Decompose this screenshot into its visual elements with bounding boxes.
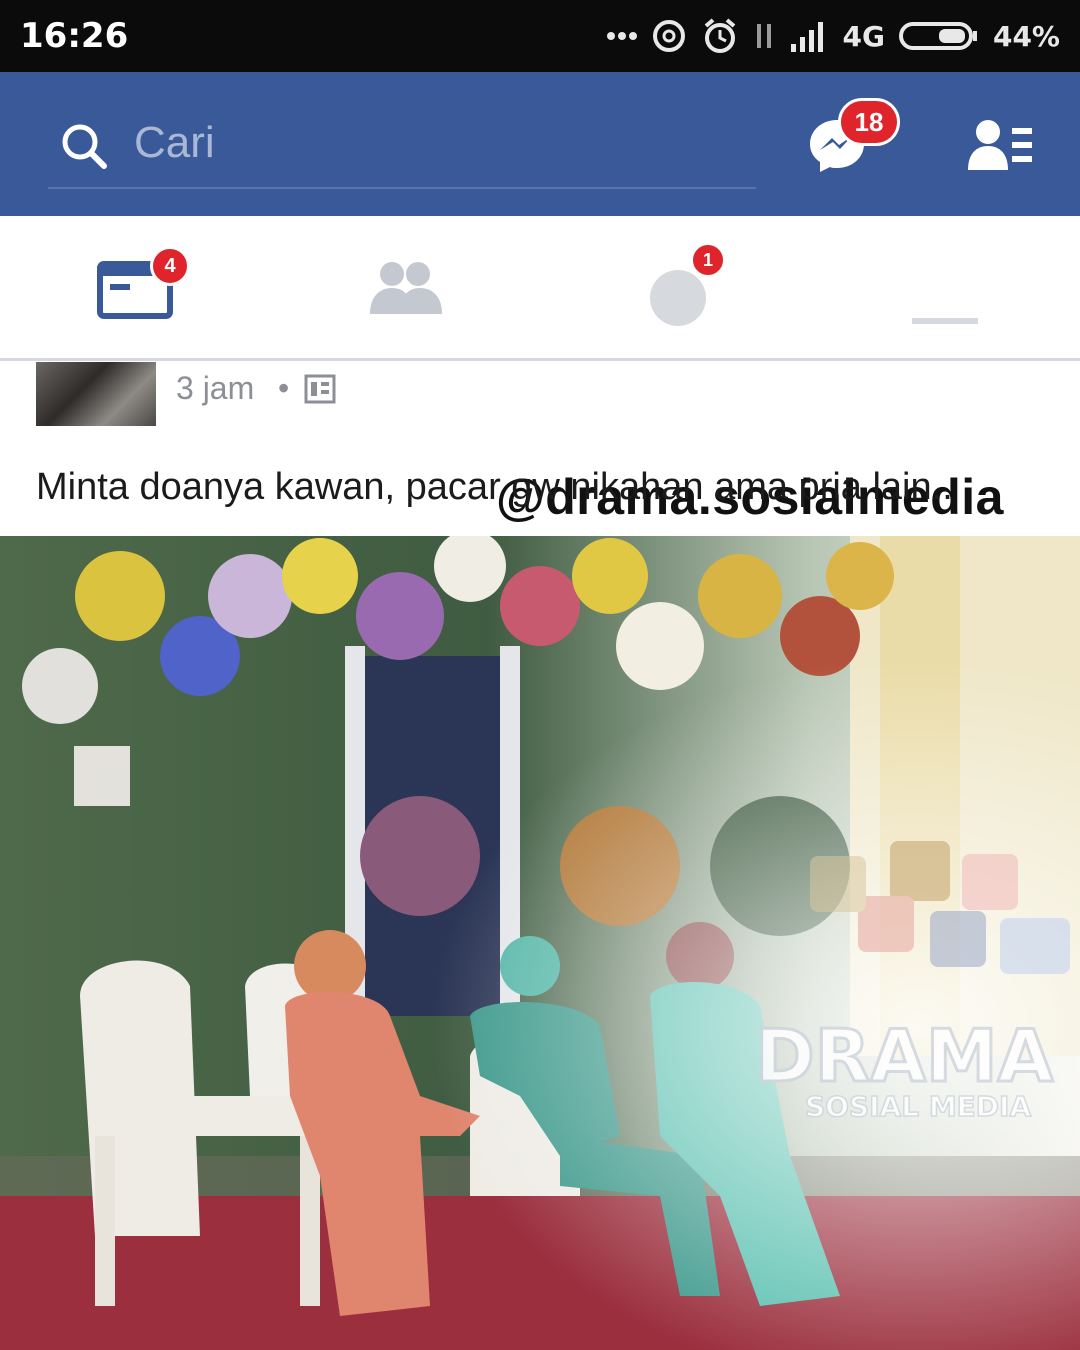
data-arrows-icon xyxy=(753,20,775,52)
more-dots-icon xyxy=(606,31,637,41)
avatar[interactable] xyxy=(36,362,156,426)
alarm-icon xyxy=(701,17,739,55)
menu-icon[interactable] xyxy=(910,256,980,331)
status-time: 16:26 xyxy=(20,16,129,56)
post-separator: • xyxy=(278,370,290,406)
post-text: Minta doanya kawan, pacar gw nikahan ama… xyxy=(36,466,953,508)
top-bar: Cari 18 xyxy=(0,72,1080,216)
messenger-badge: 18 xyxy=(838,98,900,146)
status-icons: 4G 44% xyxy=(606,14,1060,58)
search-input[interactable]: Cari xyxy=(134,118,215,168)
friend-requests-icon[interactable] xyxy=(966,118,1036,179)
post-timestamp[interactable]: 3 jam xyxy=(176,370,254,407)
post-photo[interactable]: DRAMA SOSIAL MEDIA xyxy=(0,536,1080,1350)
watermark-logo-text: DRAMA xyxy=(755,1014,1054,1098)
navigation-tabs: 4 1 @drama.sosialmedia xyxy=(0,216,1080,525)
news-feed-badge: 4 xyxy=(150,246,190,286)
notifications-badge: 1 xyxy=(690,242,726,278)
signal-icon xyxy=(789,20,829,52)
battery-icon xyxy=(898,20,979,52)
search-underline xyxy=(48,187,756,189)
sync-icon xyxy=(651,18,687,54)
status-bar: 16:26 4G 44% xyxy=(0,0,1080,72)
friends-icon[interactable] xyxy=(366,256,446,325)
network-type: 4G xyxy=(842,19,885,53)
search-icon[interactable] xyxy=(60,122,108,175)
battery-percent: 44% xyxy=(992,19,1060,53)
watermark-logo-subtext: SOSIAL MEDIA xyxy=(805,1090,1031,1123)
privacy-icon[interactable] xyxy=(304,374,336,409)
